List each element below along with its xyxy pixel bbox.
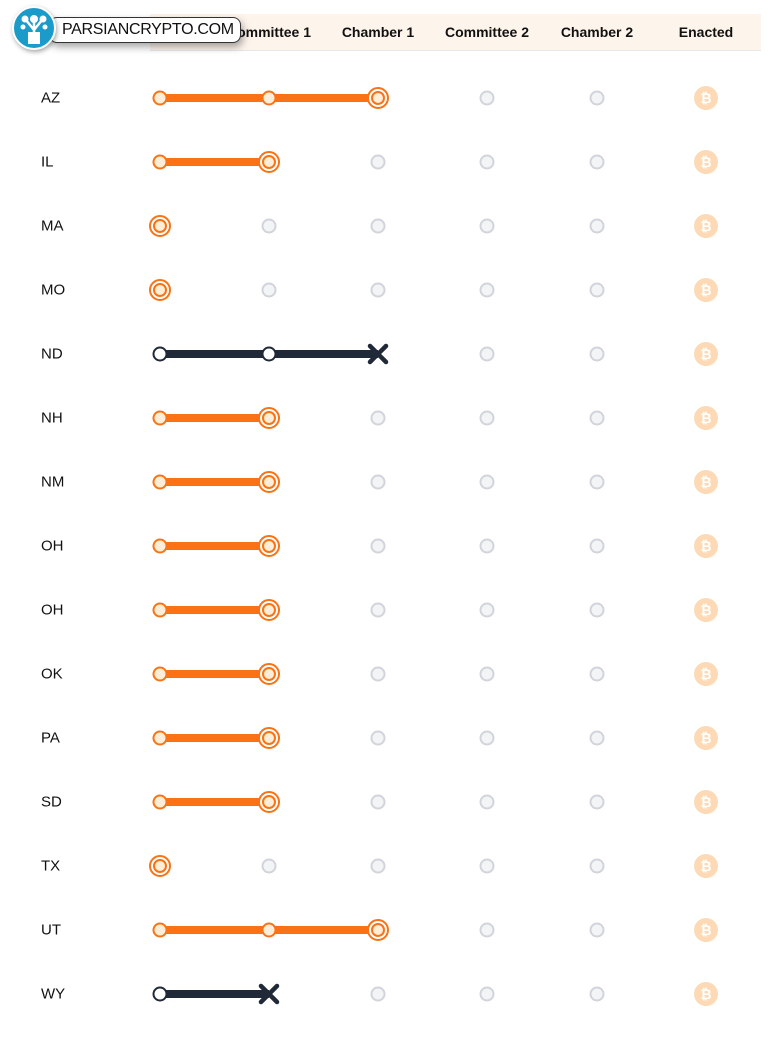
pending-stage-dot: [589, 474, 605, 490]
current-stage-dot: [262, 411, 276, 425]
pending-stage-dot: [370, 666, 386, 682]
bitcoin-symbol: ₿: [700, 538, 711, 554]
pending-stage-dot: [370, 218, 386, 234]
completed-stage-dot: [152, 410, 168, 426]
completed-stage-dot: [152, 346, 168, 362]
completed-stage-dot: [152, 538, 168, 554]
current-stage-dot: [262, 155, 276, 169]
bitcoin-symbol: ₿: [700, 986, 711, 1002]
pending-stage-dot: [370, 986, 386, 1002]
pending-stage-dot: [479, 602, 495, 618]
pending-stage-dot: [479, 346, 495, 362]
completed-stage-dot: [261, 922, 277, 938]
pending-stage-dot: [370, 282, 386, 298]
pending-stage-dot: [589, 986, 605, 1002]
completed-stage-dot: [152, 666, 168, 682]
pending-stage-dot: [261, 858, 277, 874]
current-stage-dot: [371, 91, 385, 105]
pending-stage-dot: [479, 218, 495, 234]
bitcoin-symbol: ₿: [700, 154, 711, 170]
bitcoin-symbol: ₿: [700, 346, 711, 362]
pending-stage-dot: [479, 154, 495, 170]
pending-stage-dot: [370, 794, 386, 810]
pending-stage-dot: [261, 218, 277, 234]
bitcoin-symbol: ₿: [700, 282, 711, 298]
tree-icon: [12, 6, 56, 50]
completed-stage-dot: [152, 602, 168, 618]
pending-stage-dot: [479, 282, 495, 298]
completed-stage-dot: [152, 90, 168, 106]
watermark-text: PARSIANCRYPTO.COM: [49, 17, 241, 43]
pending-stage-dot: [479, 410, 495, 426]
completed-stage-dot: [261, 90, 277, 106]
bitcoin-symbol: ₿: [700, 90, 711, 106]
pending-stage-dot: [589, 730, 605, 746]
current-stage-dot: [262, 475, 276, 489]
completed-stage-dot: [152, 922, 168, 938]
completed-stage-dot: [152, 154, 168, 170]
pending-stage-dot: [261, 282, 277, 298]
pending-stage-dot: [370, 602, 386, 618]
completed-stage-dot: [261, 346, 277, 362]
pending-stage-dot: [589, 410, 605, 426]
pending-stage-dot: [479, 794, 495, 810]
pending-stage-dot: [589, 922, 605, 938]
pending-stage-dot: [589, 538, 605, 554]
bitcoin-symbol: ₿: [700, 218, 711, 234]
pending-stage-dot: [589, 218, 605, 234]
current-stage-dot: [262, 731, 276, 745]
bitcoin-symbol: ₿: [700, 858, 711, 874]
bitcoin-symbol: ₿: [700, 474, 711, 490]
progress-tracks: ₿ ₿ ₿ ₿ ₿ ₿ ₿ ₿ ₿ ₿ ₿ ₿ ₿ ₿ ₿: [149, 86, 718, 1006]
current-stage-dot: [262, 539, 276, 553]
current-stage-dot: [262, 667, 276, 681]
pending-stage-dot: [589, 858, 605, 874]
pending-stage-dot: [589, 154, 605, 170]
pending-stage-dot: [479, 922, 495, 938]
bitcoin-symbol: ₿: [700, 602, 711, 618]
completed-stage-dot: [152, 986, 168, 1002]
current-stage-dot: [371, 923, 385, 937]
completed-stage-dot: [152, 474, 168, 490]
pending-stage-dot: [479, 666, 495, 682]
pending-stage-dot: [589, 794, 605, 810]
current-stage-dot: [153, 859, 167, 873]
bitcoin-symbol: ₿: [700, 666, 711, 682]
pending-stage-dot: [589, 90, 605, 106]
pending-stage-dot: [370, 730, 386, 746]
bitcoin-symbol: ₿: [700, 730, 711, 746]
current-stage-dot: [262, 603, 276, 617]
pending-stage-dot: [370, 858, 386, 874]
bitcoin-symbol: ₿: [700, 410, 711, 426]
bitcoin-symbol: ₿: [700, 794, 711, 810]
pending-stage-dot: [589, 346, 605, 362]
pending-stage-dot: [589, 602, 605, 618]
pending-stage-dot: [479, 538, 495, 554]
pending-stage-dot: [479, 730, 495, 746]
current-stage-dot: [153, 283, 167, 297]
pending-stage-dot: [589, 666, 605, 682]
pending-stage-dot: [479, 474, 495, 490]
pending-stage-dot: [370, 410, 386, 426]
current-stage-dot: [262, 795, 276, 809]
completed-stage-dot: [152, 794, 168, 810]
pending-stage-dot: [479, 858, 495, 874]
completed-stage-dot: [152, 730, 168, 746]
pending-stage-dot: [370, 538, 386, 554]
pending-stage-dot: [479, 986, 495, 1002]
pending-stage-dot: [589, 282, 605, 298]
current-stage-dot: [153, 219, 167, 233]
pending-stage-dot: [370, 474, 386, 490]
bitcoin-symbol: ₿: [700, 922, 711, 938]
legislation-tracker: Committee 1 Chamber 1 Committee 2 Chambe…: [0, 0, 776, 1052]
pending-stage-dot: [479, 90, 495, 106]
pending-stage-dot: [370, 154, 386, 170]
